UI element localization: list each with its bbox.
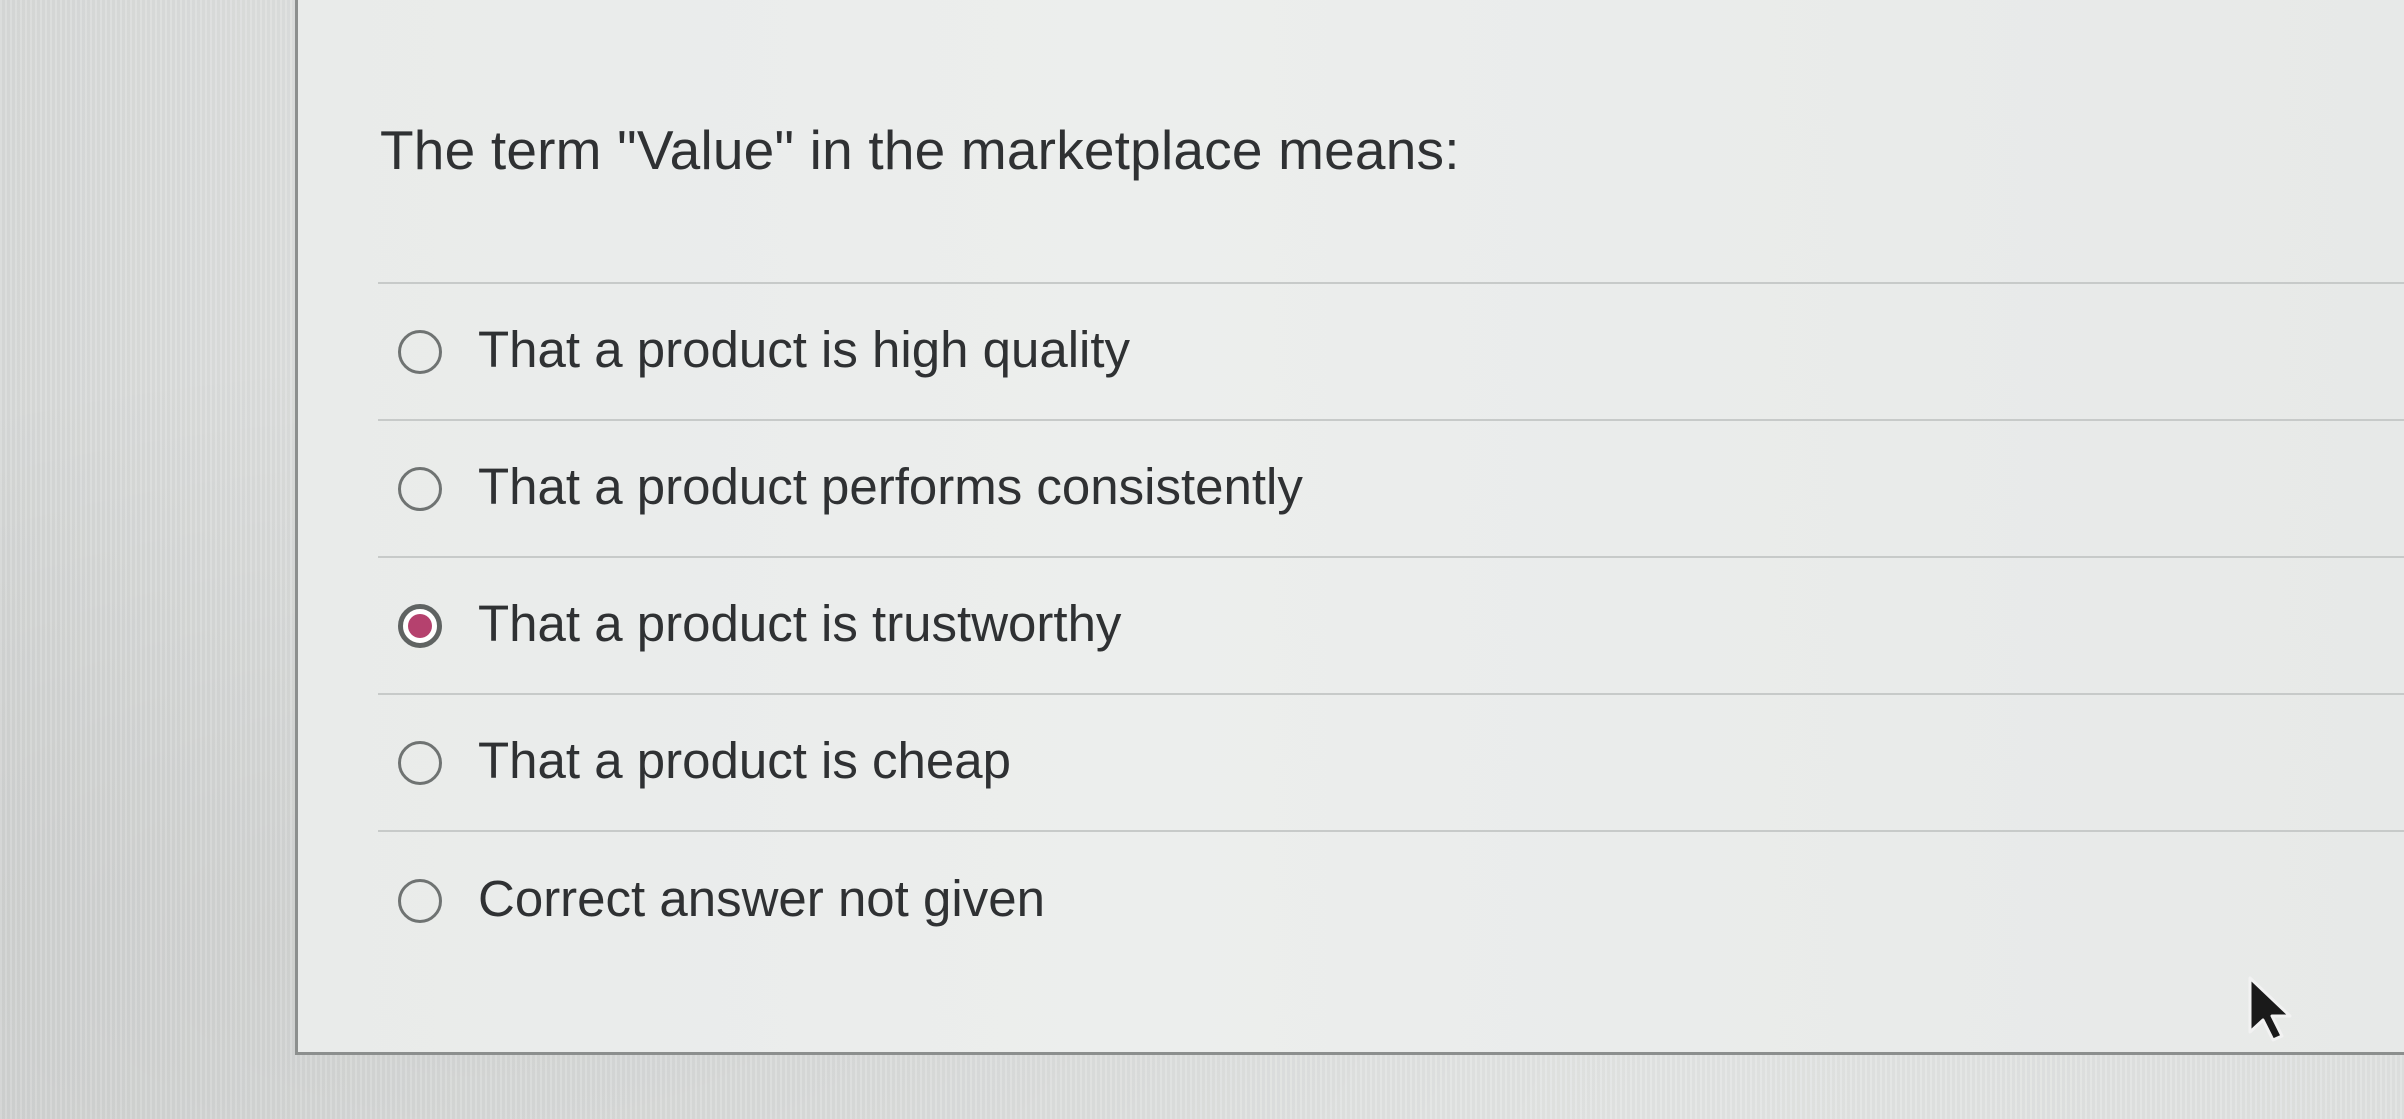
radio-button-unselected[interactable] — [398, 466, 442, 511]
answer-option-label[interactable]: That a product is high quality — [478, 320, 1130, 379]
answer-option-3[interactable]: That a product is trustworthy — [378, 558, 2404, 695]
answer-option-4[interactable]: That a product is cheap — [378, 695, 2404, 832]
answer-option-2[interactable]: That a product performs consistently — [378, 421, 2404, 558]
answer-option-label[interactable]: That a product performs consistently — [478, 457, 1303, 516]
question-title: The term "Value" in the marketplace mean… — [380, 119, 1460, 181]
radio-button-selected[interactable] — [398, 603, 442, 648]
answer-option-1[interactable]: That a product is high quality — [378, 284, 2404, 421]
answer-option-5[interactable]: Correct answer not given — [378, 832, 2404, 969]
question-card: The term "Value" in the marketplace mean… — [295, 0, 2404, 1055]
answer-option-label[interactable]: Correct answer not given — [478, 869, 1045, 928]
radio-button-unselected[interactable] — [398, 329, 442, 374]
mouse-pointer-arrow-icon — [2248, 976, 2292, 1042]
answer-option-label[interactable]: That a product is trustworthy — [478, 594, 1121, 653]
answer-options-list: That a product is high quality That a pr… — [378, 284, 2404, 969]
radio-button-unselected[interactable] — [398, 740, 442, 785]
answer-option-label[interactable]: That a product is cheap — [478, 731, 1011, 790]
radio-button-unselected[interactable] — [398, 878, 442, 923]
